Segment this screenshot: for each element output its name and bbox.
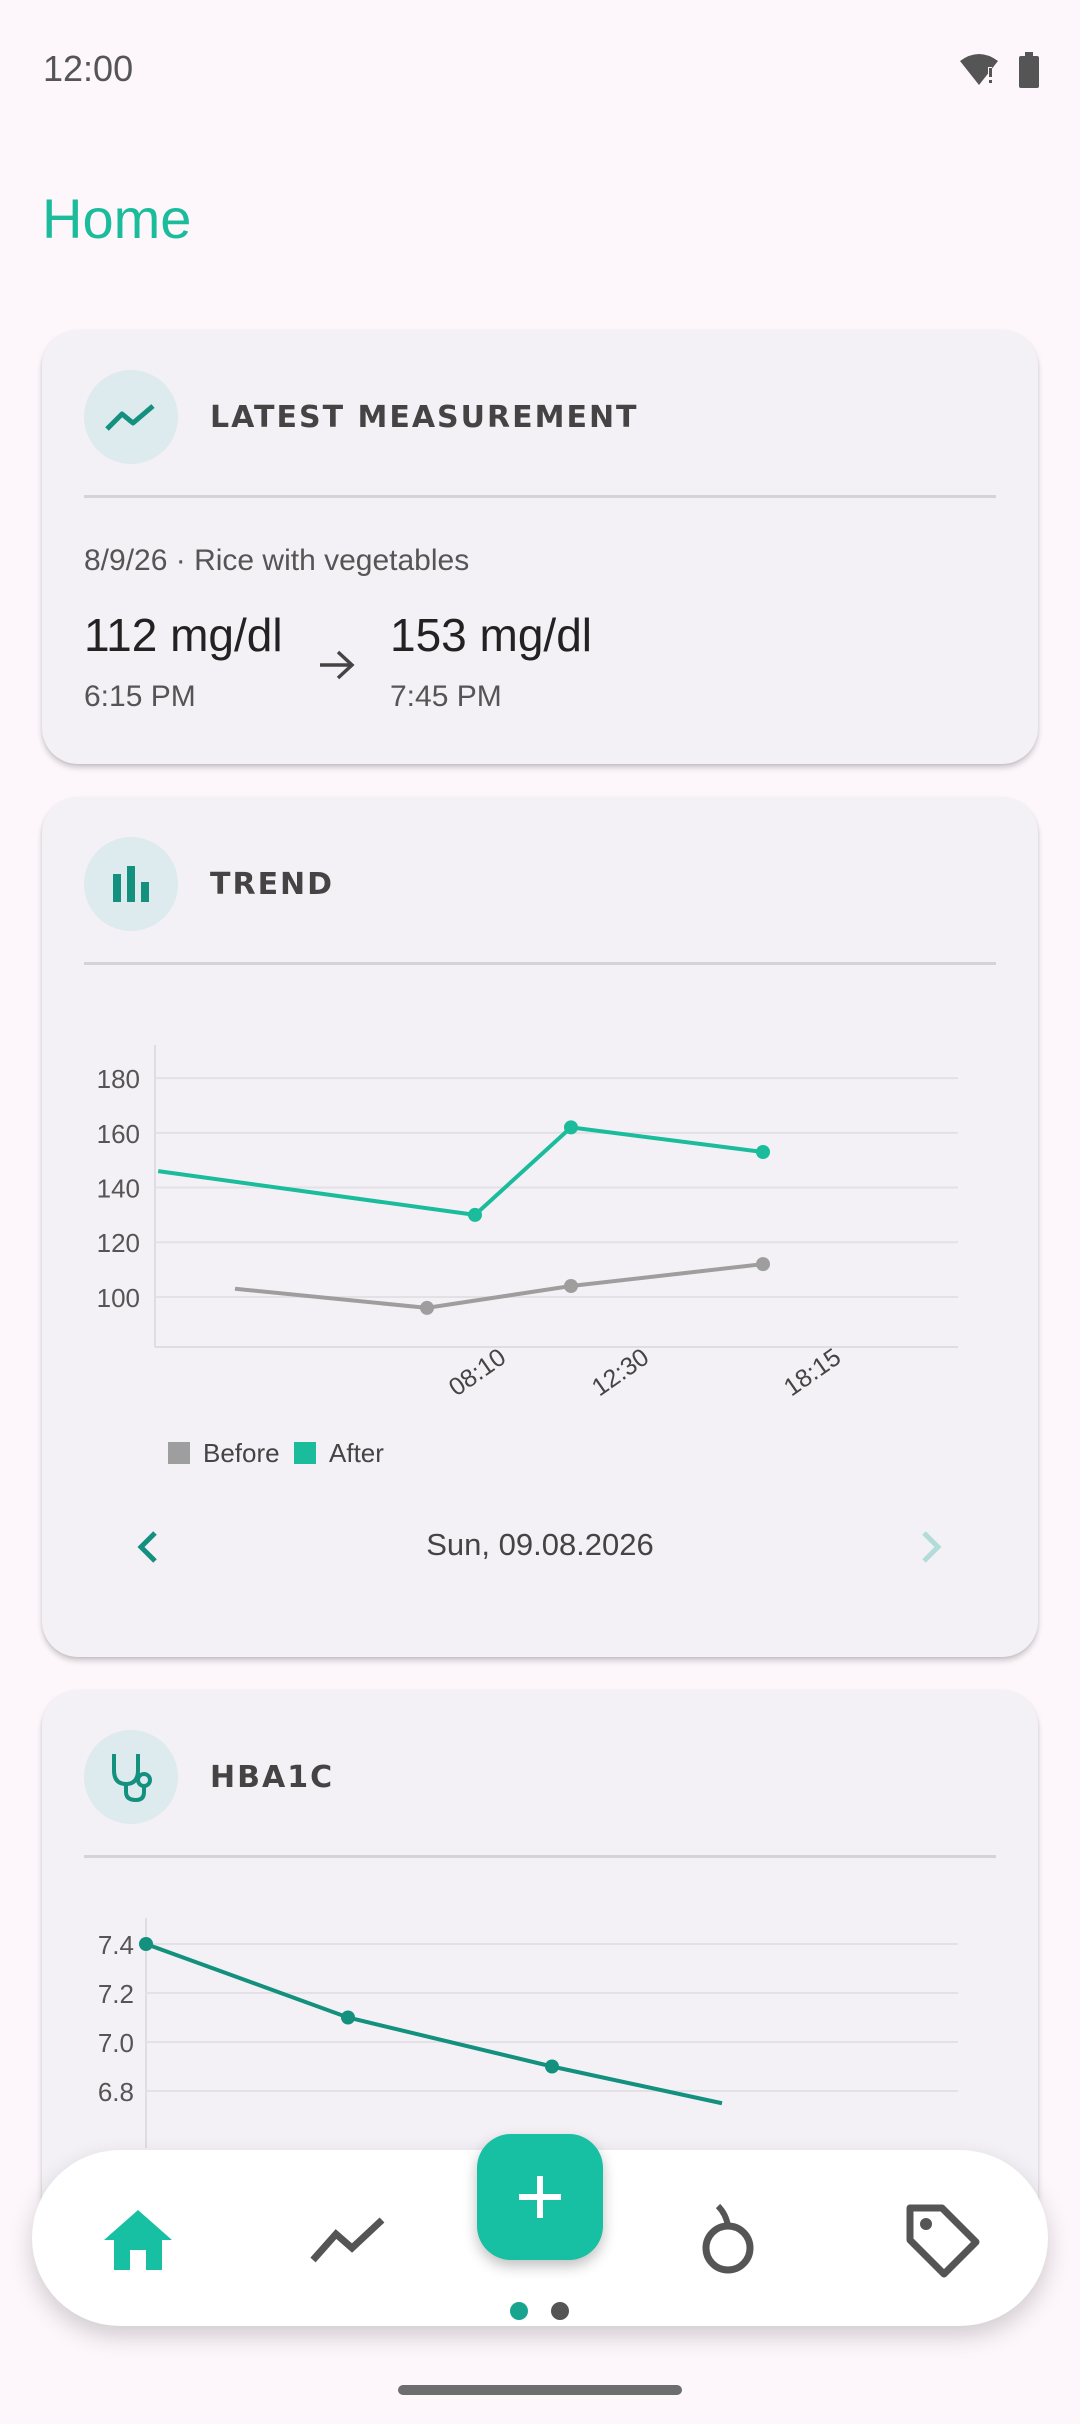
trend-icon[interactable] [308, 2200, 388, 2280]
wifi-icon [960, 54, 998, 85]
trending-up-icon [84, 370, 178, 464]
y-tick-label: 7.2 [98, 1979, 134, 2009]
card-title: LATEST MEASUREMENT [210, 399, 639, 435]
data-point [564, 1279, 578, 1294]
food-icon[interactable] [688, 2200, 768, 2280]
status-time: 12:00 [43, 48, 134, 89]
before-time: 6:15 PM [84, 680, 196, 713]
page-indicator-active [510, 2302, 528, 2320]
y-tick-label: 140 [97, 1174, 140, 1204]
date-label: Sun, 09.08.2026 [426, 1527, 654, 1562]
status-bar: 12:00 [0, 0, 1080, 140]
latest-measurement-card[interactable]: LATEST MEASUREMENT 8/9/26 · Rice with ve… [42, 330, 1038, 764]
data-point [564, 1120, 578, 1135]
data-point [420, 1300, 434, 1315]
chevron-right-icon[interactable] [912, 1517, 952, 1577]
legend-swatch [294, 1442, 316, 1464]
legend-label: Before [203, 1438, 280, 1468]
y-tick-label: 6.8 [98, 2077, 134, 2107]
trend-chart: 100 120 140 160 180 08:10 12:30 18:15 Before Afte… [97, 1045, 958, 1468]
hba1c-chart: 7.4 7.2 7.0 6.8 [98, 1918, 958, 2148]
data-point [139, 1937, 153, 1951]
trend-card: TREND 100 120 140 160 180 08:10 12:30 18:15 Befo… [42, 797, 1038, 1657]
home-icon[interactable] [98, 2200, 178, 2280]
stethoscope-icon [84, 1730, 178, 1824]
date-navigator: Sun, 09.08.2026 [42, 1517, 1038, 1577]
divider [84, 495, 996, 498]
tag-icon[interactable] [902, 2200, 982, 2280]
series-line-after [157, 1125, 764, 1218]
y-tick-label: 160 [97, 1119, 140, 1149]
after-time: 7:45 PM [390, 680, 502, 713]
y-tick-label: 7.0 [98, 2028, 134, 2058]
series-line [145, 1942, 723, 2106]
x-tick-label: 12:30 [587, 1343, 654, 1402]
divider [84, 1855, 996, 1858]
card-title: HBA1C [210, 1759, 335, 1795]
y-tick-label: 100 [97, 1283, 140, 1313]
arrow-right-icon [320, 650, 355, 680]
legend-swatch [168, 1442, 190, 1464]
status-icons [958, 52, 1040, 88]
y-tick-label: 120 [97, 1228, 140, 1258]
before-measurement: 112 mg/dl 6:15 PM [84, 608, 283, 714]
data-point [468, 1207, 482, 1222]
legend-label: After [329, 1438, 384, 1468]
data-point [545, 2059, 559, 2074]
home-indicator [398, 2385, 682, 2395]
x-tick-label: 08:10 [444, 1343, 511, 1402]
series-line-before [234, 1262, 764, 1310]
battery-icon [1019, 52, 1039, 88]
y-tick-label: 180 [97, 1064, 140, 1094]
after-value: 153 mg/dl [390, 609, 593, 661]
card-title: TREND [210, 866, 335, 902]
y-tick-label: 7.4 [98, 1930, 134, 1960]
data-point [341, 2010, 355, 2025]
x-tick-label: 18:15 [779, 1343, 846, 1402]
page-title: Home [42, 187, 192, 250]
bar-chart-icon [84, 837, 178, 931]
page-indicator [551, 2302, 569, 2320]
add-button[interactable] [477, 2134, 603, 2260]
data-point [756, 1144, 770, 1159]
meal-info: 8/9/26 · Rice with vegetables [84, 544, 470, 577]
after-measurement: 153 mg/dl 7:45 PM [390, 608, 592, 714]
before-value: 112 mg/dl [84, 609, 283, 661]
data-point [756, 1257, 770, 1272]
add-icon [519, 2176, 561, 2218]
divider [84, 962, 996, 965]
